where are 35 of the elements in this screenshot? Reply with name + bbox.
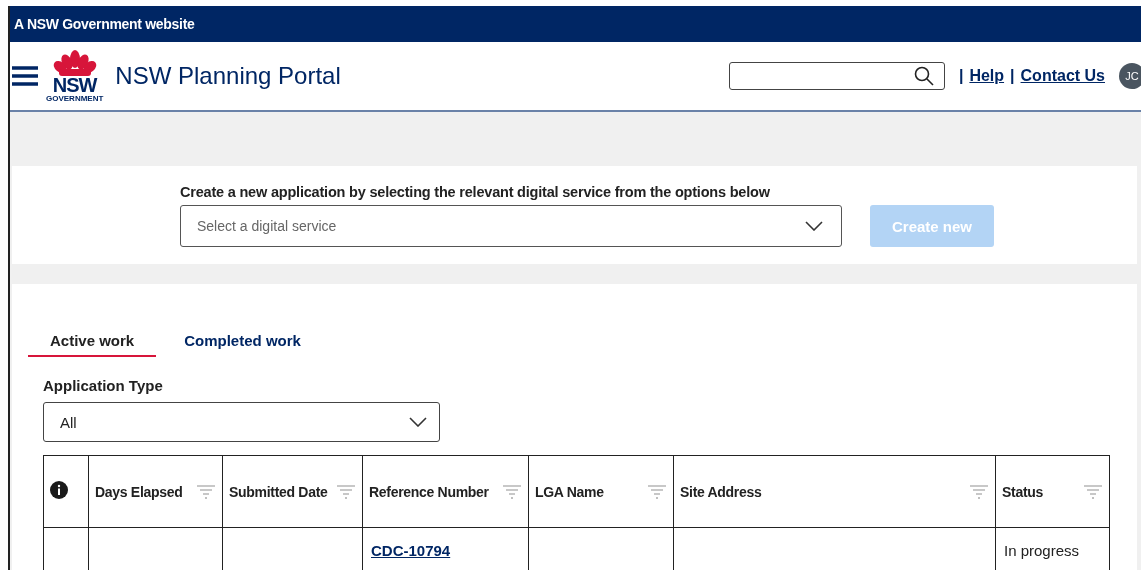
filter-icon[interactable]	[502, 482, 522, 501]
waratah-flower-icon	[52, 49, 97, 76]
filter-icon[interactable]	[969, 482, 989, 501]
column-header: Status	[995, 455, 1110, 528]
logo-text: NSW	[52, 75, 97, 94]
logo-subtext: GOVERNMENT	[46, 93, 104, 103]
create-prompt: Create a new application by selecting the relevant digital service from the options below	[180, 184, 771, 200]
column-header: Days Elapsed	[88, 455, 223, 528]
government-banner: A NSW Government website	[10, 6, 1141, 42]
info-icon	[50, 481, 68, 499]
column-header: Submitted Date	[222, 455, 363, 528]
search-field[interactable]	[728, 62, 945, 90]
work-tab[interactable]: Completed work	[162, 320, 323, 357]
user-avatar[interactable]: JC	[1119, 63, 1141, 89]
header-link[interactable]: Contact Us	[1020, 67, 1105, 85]
filter-label: Application Type	[43, 377, 164, 394]
reference-link[interactable]: CDC-10794	[371, 542, 451, 559]
column-header: Site Address	[673, 455, 996, 528]
service-select[interactable]: Select a digital service	[180, 205, 842, 247]
filter-icon[interactable]	[196, 482, 216, 501]
application-type-select[interactable]: All	[43, 402, 440, 442]
link-separator: |	[1010, 67, 1015, 85]
column-header: Reference Number	[362, 455, 529, 528]
column-header: LGA Name	[528, 455, 674, 528]
chevron-down-icon	[409, 417, 427, 427]
link-separator: |	[958, 67, 964, 85]
site-title: NSW Planning Portal	[115, 62, 341, 90]
work-tab[interactable]: Active work	[28, 320, 157, 357]
menu-icon[interactable]	[12, 65, 38, 87]
filter-icon[interactable]	[647, 482, 667, 501]
chevron-down-icon	[805, 221, 823, 231]
search-icon[interactable]	[913, 66, 934, 86]
filter-icon[interactable]	[336, 482, 356, 501]
header-link[interactable]: Help	[969, 67, 1005, 85]
filter-icon[interactable]	[1083, 482, 1103, 501]
